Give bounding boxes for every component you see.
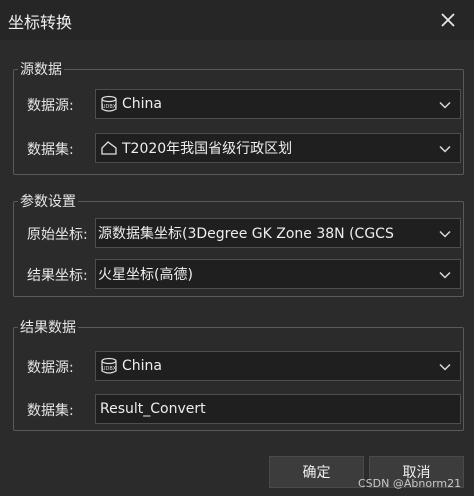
result-dataset-input[interactable]: Result_Convert (95, 394, 461, 424)
result-datasource-select[interactable]: UDBX China (95, 351, 461, 381)
window-title: 坐标转换 (8, 13, 73, 32)
result-datasource-value: China (122, 358, 162, 374)
source-dataset-value: T2020年我国省级行政区划 (122, 141, 293, 157)
parameter-settings-group: 参数设置 原始坐标: 源数据集坐标(3Degree GK Zone 38N (C… (13, 191, 464, 297)
chevron-down-icon (439, 363, 451, 371)
result-coord-select[interactable]: 火星坐标(高德) (95, 259, 461, 289)
close-icon (441, 13, 455, 27)
result-coord-value: 火星坐标(高德) (98, 267, 193, 283)
result-data-legend: 结果数据 (18, 317, 78, 337)
source-datasource-label: 数据源: (27, 98, 74, 114)
close-button[interactable] (434, 6, 462, 34)
source-dataset-label: 数据集: (27, 142, 74, 158)
source-datasource-value: China (122, 96, 162, 112)
result-datasource-label: 数据源: (27, 360, 74, 376)
svg-text:UDBX: UDBX (102, 366, 117, 372)
chevron-down-icon (439, 271, 451, 279)
source-dataset-select[interactable]: T2020年我国省级行政区划 (95, 133, 461, 163)
watermark: CSDN @Abnorm21 (358, 477, 462, 490)
source-data-legend: 源数据 (18, 59, 64, 79)
parameter-settings-legend: 参数设置 (18, 191, 78, 211)
udbx-datasource-icon: UDBX (101, 357, 117, 374)
chevron-down-icon (439, 230, 451, 238)
chevron-down-icon (439, 101, 451, 109)
ok-button[interactable]: 确定 (269, 456, 364, 488)
region-dataset-icon (101, 141, 117, 155)
source-datasource-select[interactable]: UDBX China (95, 89, 461, 119)
svg-text:UDBX: UDBX (102, 104, 117, 110)
title-bar: 坐标转换 (0, 0, 474, 40)
original-coord-label: 原始坐标: (27, 227, 88, 243)
original-coord-select[interactable]: 源数据集坐标(3Degree GK Zone 38N (CGCS (95, 218, 461, 248)
result-coord-label: 结果坐标: (27, 268, 88, 284)
result-dataset-label: 数据集: (27, 403, 74, 419)
source-data-group: 源数据 数据源: UDBX China 数据集: T2020年我国省级行政区划 (13, 59, 464, 175)
udbx-datasource-icon: UDBX (101, 95, 117, 112)
result-data-group: 结果数据 数据源: UDBX China 数据集: Result_Convert (13, 317, 464, 431)
original-coord-value: 源数据集坐标(3Degree GK Zone 38N (CGCS (98, 226, 394, 242)
chevron-down-icon (439, 145, 451, 153)
